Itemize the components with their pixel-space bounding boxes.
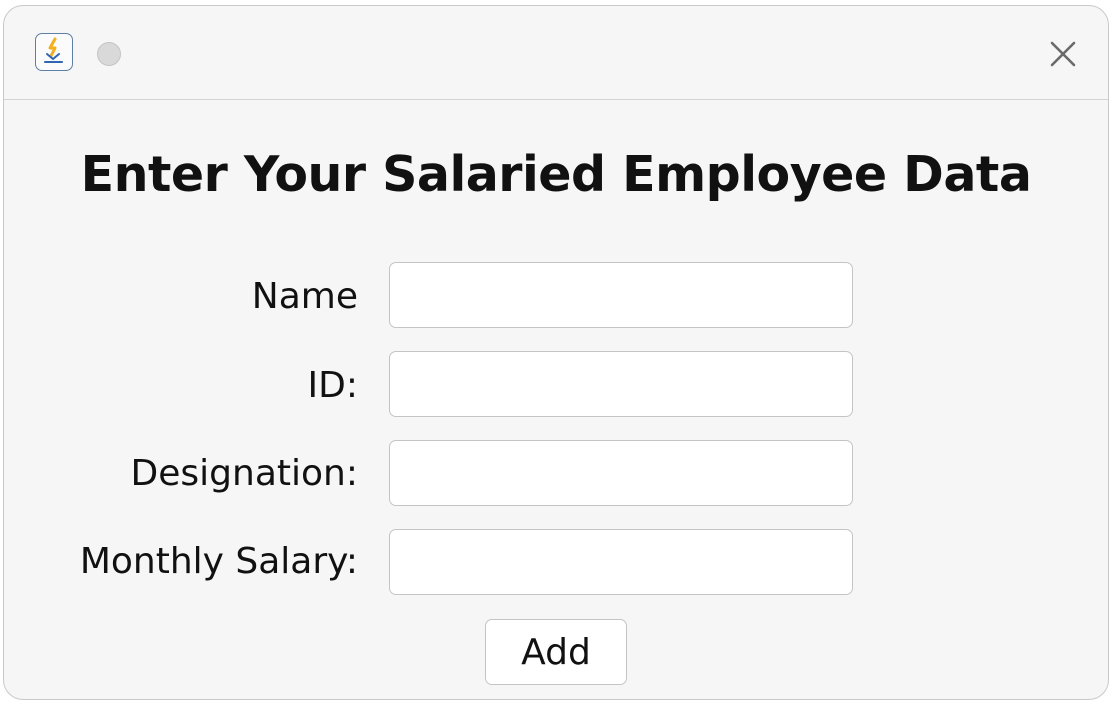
- monthly-salary-input[interactable]: [389, 529, 853, 595]
- close-icon[interactable]: [1048, 39, 1078, 69]
- id-label: ID:: [307, 365, 358, 406]
- java-app-icon: [35, 33, 73, 71]
- name-label: Name: [251, 276, 358, 317]
- window-control-dot[interactable]: [97, 42, 121, 66]
- designation-input[interactable]: [389, 440, 853, 506]
- monthly-salary-label: Monthly Salary:: [79, 541, 358, 582]
- title-bar: [4, 6, 1108, 100]
- id-input[interactable]: [389, 351, 853, 417]
- designation-label: Designation:: [130, 453, 358, 494]
- add-button[interactable]: Add: [485, 619, 627, 685]
- app-window: Enter Your Salaried Employee Data Name I…: [3, 5, 1109, 700]
- form-heading: Enter Your Salaried Employee Data: [80, 146, 1032, 203]
- name-input[interactable]: [389, 262, 853, 328]
